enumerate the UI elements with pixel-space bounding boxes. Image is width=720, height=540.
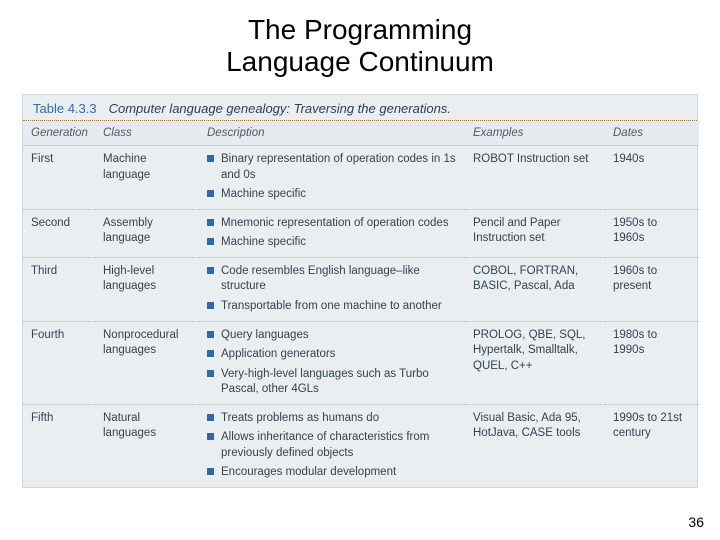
description-item: Machine specific — [207, 235, 457, 251]
cell-examples: PROLOG, QBE, SQL, Hypertalk, Smalltalk, … — [465, 321, 605, 404]
table-number: Table 4.3.3 — [33, 101, 97, 116]
slide: The Programming Language Continuum Table… — [0, 0, 720, 540]
cell-dates: 1980s to 1990s — [605, 321, 699, 404]
cell-description: Query languages Application generators Ver… — [199, 321, 465, 404]
table-caption-text: Computer language genealogy: Traversing … — [109, 101, 451, 116]
description-item: Allows inheritance of characteristics fr… — [207, 430, 457, 461]
cell-description: Mnemonic representation of operation cod… — [199, 209, 465, 257]
cell-examples: Pencil and Paper Instruction set — [465, 209, 605, 257]
col-generation: Generation — [23, 121, 95, 146]
cell-generation: Fourth — [23, 321, 95, 404]
table-caption: Table 4.3.3 Computer language genealogy:… — [23, 95, 697, 121]
description-item: Code resembles English language–like str… — [207, 264, 457, 295]
table-row: SecondAssembly language Mnemonic represen… — [23, 209, 699, 257]
table-row: FirstMachine language Binary representati… — [23, 146, 699, 210]
cell-generation: Fifth — [23, 404, 95, 487]
cell-description: Code resembles English language–like str… — [199, 257, 465, 321]
cell-class: High-level languages — [95, 257, 199, 321]
description-item: Machine specific — [207, 187, 457, 203]
table-row: FifthNatural languagesTreats problems as… — [23, 404, 699, 487]
title-line-2: Language Continuum — [226, 46, 494, 77]
col-class: Class — [95, 121, 199, 146]
table-row: FourthNonprocedural languagesQuery langu… — [23, 321, 699, 404]
title-line-1: The Programming — [248, 14, 472, 45]
cell-dates: 1950s to 1960s — [605, 209, 699, 257]
cell-dates: 1940s — [605, 146, 699, 210]
cell-generation: Third — [23, 257, 95, 321]
cell-class: Assembly language — [95, 209, 199, 257]
cell-class: Natural languages — [95, 404, 199, 487]
cell-generation: First — [23, 146, 95, 210]
cell-dates: 1960s to present — [605, 257, 699, 321]
cell-class: Machine language — [95, 146, 199, 210]
cell-description: Treats problems as humans do Allows inher… — [199, 404, 465, 487]
page-number: 36 — [688, 514, 704, 530]
col-examples: Examples — [465, 121, 605, 146]
cell-class: Nonprocedural languages — [95, 321, 199, 404]
description-item: Mnemonic representation of operation cod… — [207, 216, 457, 232]
table-row: ThirdHigh-level languages Code resembles … — [23, 257, 699, 321]
table-figure: Table 4.3.3 Computer language genealogy:… — [22, 94, 698, 487]
cell-examples: Visual Basic, Ada 95, HotJava, CASE tool… — [465, 404, 605, 487]
table-header-row: Generation Class Description Examples Da… — [23, 121, 699, 146]
description-item: Very-high-level languages such as Turbo … — [207, 367, 457, 398]
description-item: Transportable from one machine to anothe… — [207, 299, 457, 315]
table-body: FirstMachine language Binary representati… — [23, 146, 699, 487]
cell-dates: 1990s to 21st century — [605, 404, 699, 487]
cell-generation: Second — [23, 209, 95, 257]
col-dates: Dates — [605, 121, 699, 146]
cell-examples: ROBOT Instruction set — [465, 146, 605, 210]
description-item: Binary representation of operation codes… — [207, 152, 457, 183]
description-item: Query languages — [207, 328, 457, 344]
page-title: The Programming Language Continuum — [0, 0, 720, 86]
col-description: Description — [199, 121, 465, 146]
genealogy-table: Generation Class Description Examples Da… — [23, 121, 699, 486]
cell-description: Binary representation of operation codes… — [199, 146, 465, 210]
description-item: Encourages modular development — [207, 465, 457, 481]
description-item: Treats problems as humans do — [207, 411, 457, 427]
cell-examples: COBOL, FORTRAN, BASIC, Pascal, Ada — [465, 257, 605, 321]
description-item: Application generators — [207, 347, 457, 363]
